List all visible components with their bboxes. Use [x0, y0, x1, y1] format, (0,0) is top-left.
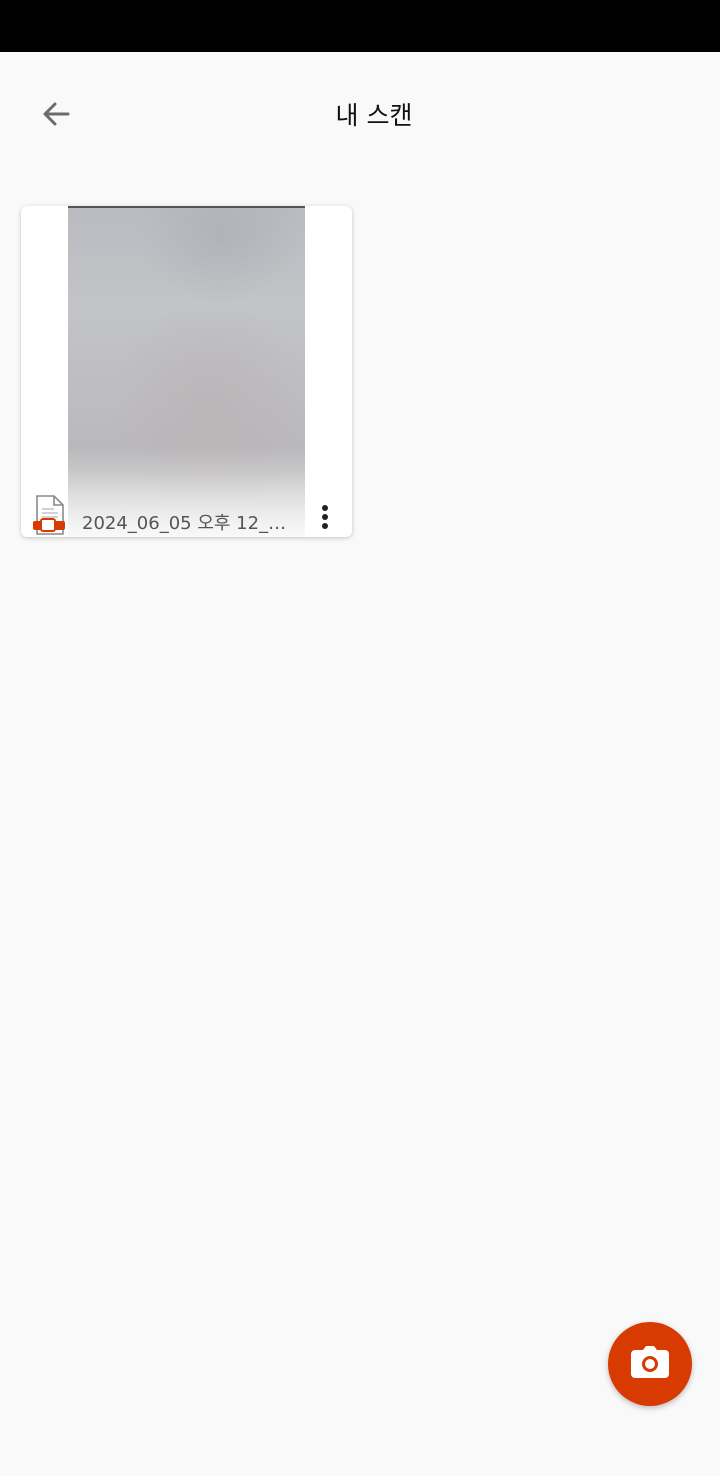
page-title: 내 스캔 — [335, 101, 413, 130]
more-vertical-icon — [321, 504, 329, 534]
more-options-button[interactable] — [311, 499, 339, 537]
camera-icon — [631, 1346, 669, 1382]
scan-card-footer: 2024_06_05 오후 12_10 … — [21, 475, 352, 537]
scan-file-name: 2024_06_05 오후 12_10 … — [82, 513, 296, 534]
camera-button[interactable] — [608, 1322, 692, 1406]
pdf-file-icon — [32, 495, 66, 535]
app-bar: 내 스캔 — [0, 52, 720, 176]
scan-card[interactable]: 2024_06_05 오후 12_10 … — [21, 206, 352, 537]
status-bar — [0, 0, 720, 52]
